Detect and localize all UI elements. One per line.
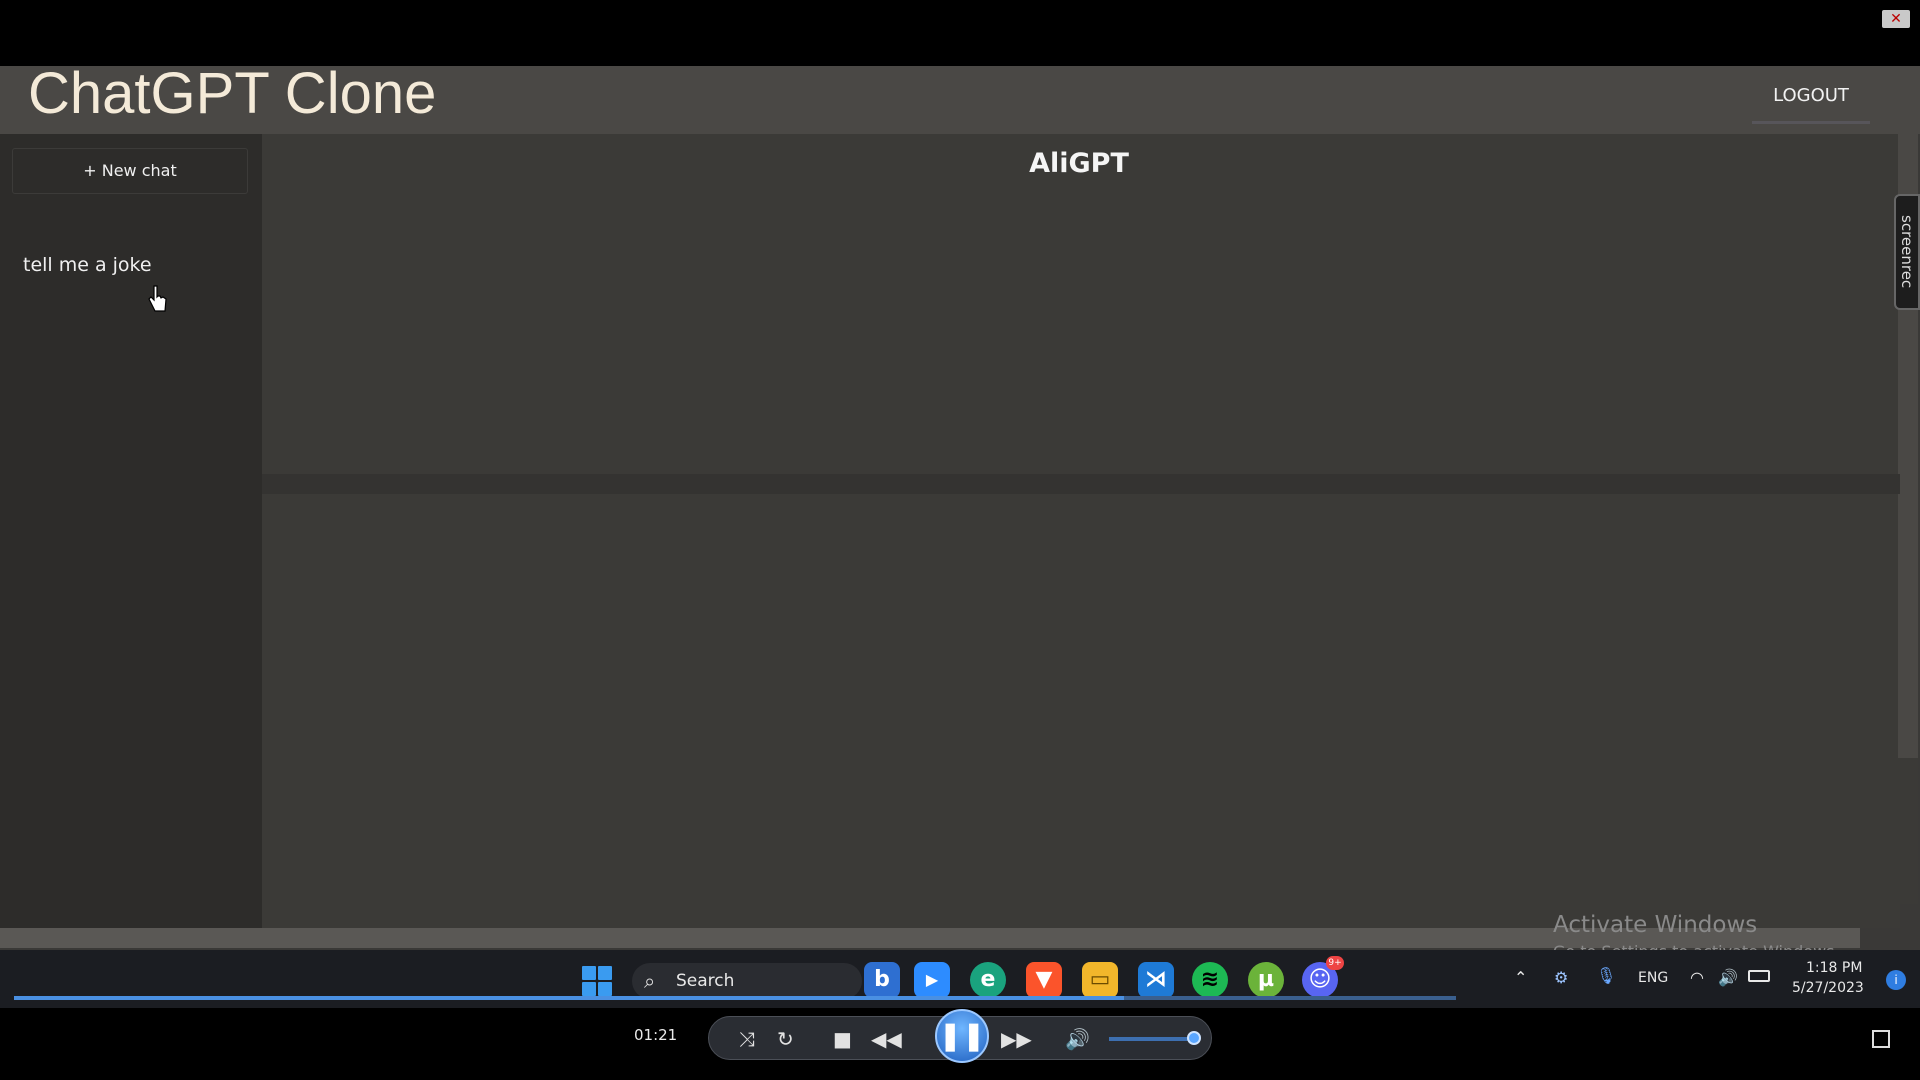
file-explorer-icon[interactable]: ▭	[1082, 962, 1118, 998]
close-icon[interactable]: ✕	[1882, 10, 1910, 28]
watermark-title: Activate Windows	[1553, 912, 1758, 938]
microphone-icon[interactable]: 🎙	[1596, 966, 1616, 985]
clock-date[interactable]: 5/27/2023	[1792, 980, 1864, 996]
brand-heading: AliGPT	[1029, 148, 1129, 179]
playback-controls: ⤨ ↻ ■ ◀◀ ❚❚ ▶▶ 🔊	[708, 1009, 1212, 1063]
logout-button[interactable]: LOGOUT	[1752, 72, 1870, 124]
elapsed-time: 01:21	[634, 1026, 678, 1044]
zoom-icon[interactable]: ▶	[914, 962, 950, 998]
language-indicator[interactable]: ENG	[1638, 970, 1668, 986]
history-item[interactable]: tell me a joke	[23, 254, 152, 276]
clock-time[interactable]: 1:18 PM	[1806, 960, 1862, 976]
fullscreen-icon[interactable]	[1872, 1030, 1890, 1048]
chevron-up-icon[interactable]: ⌃	[1514, 968, 1527, 987]
search-label: Search	[676, 971, 735, 991]
new-chat-button[interactable]: + New chat	[12, 148, 248, 194]
window-top-bar: ✕	[0, 0, 1920, 66]
utorrent-icon[interactable]: µ	[1248, 962, 1284, 998]
shuffle-icon[interactable]: ⤨	[739, 1027, 755, 1051]
speaker-icon[interactable]: 🔊	[1718, 968, 1738, 987]
chat-app: ChatGPT Clone LOGOUT + New chat tell me …	[0, 61, 1920, 950]
edge-icon[interactable]: e	[970, 962, 1006, 998]
brave-icon[interactable]: ▼	[1026, 962, 1062, 998]
stop-icon[interactable]: ■	[833, 1027, 852, 1051]
app-title: ChatGPT Clone	[28, 61, 437, 126]
notification-icon[interactable]: i	[1886, 970, 1906, 990]
playback-progress[interactable]	[14, 996, 1456, 1000]
rewind-icon[interactable]: ◀◀	[871, 1027, 902, 1051]
hand-cursor-icon	[148, 284, 168, 314]
search-icon: ⌕	[644, 969, 656, 993]
scrollbar-thumb[interactable]	[1898, 758, 1918, 904]
volume-knob[interactable]	[1187, 1031, 1201, 1045]
discord-badge: 9+	[1326, 956, 1344, 970]
steam-icon[interactable]: ⚙	[1554, 968, 1568, 987]
wifi-icon[interactable]: ◠	[1690, 968, 1704, 987]
volume-slider[interactable]	[1109, 1037, 1193, 1041]
chat-main: AliGPT	[262, 134, 1900, 928]
fast-forward-icon[interactable]: ▶▶	[1001, 1027, 1032, 1051]
pause-button[interactable]: ❚❚	[935, 1009, 989, 1063]
windows-start-icon[interactable]	[582, 966, 612, 996]
spotify-icon[interactable]: ≋	[1192, 962, 1228, 998]
chat-divider	[262, 474, 1900, 494]
repeat-icon[interactable]: ↻	[777, 1027, 794, 1051]
battery-icon[interactable]	[1748, 970, 1770, 982]
system-tray: ⌃ ⚙ 🎙 ENG ◠ 🔊 1:18 PM 5/27/2023 i	[1510, 950, 1920, 1008]
sidebar: + New chat tell me a joke	[0, 134, 262, 928]
screenrec-tab[interactable]: screenrec	[1894, 194, 1920, 310]
taskbar-search[interactable]: ⌕ Search	[632, 963, 862, 999]
volume-icon[interactable]: 🔊	[1065, 1027, 1090, 1051]
vscode-icon[interactable]: ⋊	[1138, 962, 1174, 998]
bing-icon[interactable]: b	[864, 962, 900, 998]
playback-progress-fill	[14, 996, 1125, 1000]
media-player-bar: 01:21 ⤨ ↻ ■ ◀◀ ❚❚ ▶▶ 🔊	[0, 1008, 1920, 1080]
app-header: ChatGPT Clone LOGOUT	[0, 61, 1920, 134]
